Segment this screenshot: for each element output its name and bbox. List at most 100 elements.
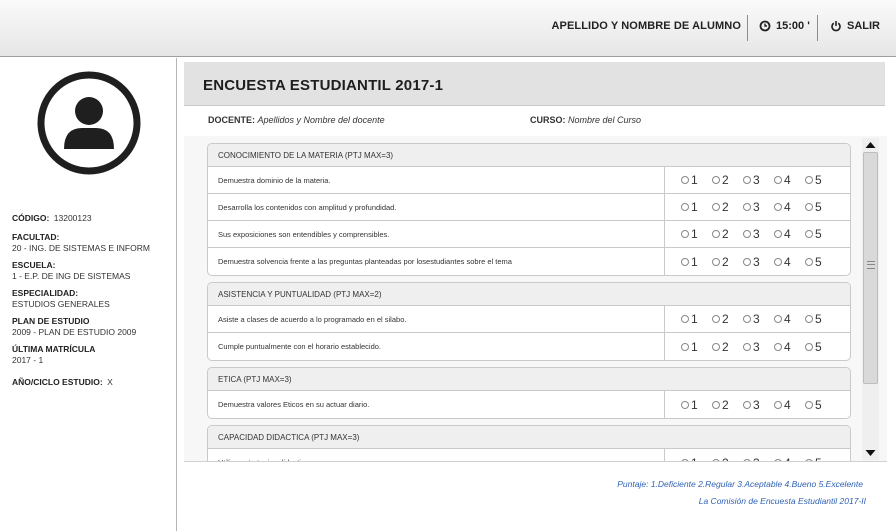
radio-button[interactable] bbox=[681, 257, 689, 266]
rating-option[interactable]: 1 bbox=[681, 456, 712, 461]
radio-button[interactable] bbox=[712, 315, 720, 323]
scroll-up-icon[interactable] bbox=[862, 138, 879, 152]
rating-option-label: 2 bbox=[722, 339, 729, 354]
radio-button[interactable] bbox=[774, 315, 782, 323]
radio-button[interactable] bbox=[774, 176, 782, 184]
rating-option[interactable]: 3 bbox=[743, 398, 774, 412]
radio-button[interactable] bbox=[805, 458, 813, 461]
rating-option[interactable]: 4 bbox=[774, 340, 805, 354]
rating-option-label: 1 bbox=[691, 200, 698, 214]
rating-option[interactable]: 4 bbox=[774, 173, 805, 187]
rating-option[interactable]: 5 bbox=[805, 398, 836, 412]
radio-button[interactable] bbox=[805, 203, 813, 211]
radio-button[interactable] bbox=[774, 257, 782, 266]
rating-option[interactable]: 2 bbox=[712, 227, 743, 241]
radio-button[interactable] bbox=[743, 458, 751, 461]
rating-option[interactable]: 3 bbox=[743, 173, 774, 187]
rating-options: 1 2 3 4 5 bbox=[665, 306, 850, 332]
radio-button[interactable] bbox=[681, 400, 689, 409]
rating-option[interactable]: 2 bbox=[712, 340, 743, 354]
rating-option[interactable]: 3 bbox=[743, 255, 774, 269]
radio-button[interactable] bbox=[743, 257, 751, 266]
rating-option[interactable]: 4 bbox=[774, 255, 805, 269]
radio-button[interactable] bbox=[805, 257, 813, 266]
curso-label: CURSO: bbox=[530, 115, 566, 125]
radio-button[interactable] bbox=[712, 230, 720, 238]
radio-button[interactable] bbox=[805, 342, 813, 351]
survey-main: ENCUESTA ESTUDIANTIL 2017-1 DOCENTE: Ape… bbox=[178, 58, 896, 531]
ciclo-label: AÑO/CICLO ESTUDIO: bbox=[12, 377, 103, 387]
radio-button[interactable] bbox=[743, 203, 751, 211]
radio-button[interactable] bbox=[712, 257, 720, 266]
radio-button[interactable] bbox=[743, 176, 751, 184]
radio-button[interactable] bbox=[712, 203, 720, 211]
rating-option[interactable]: 4 bbox=[774, 227, 805, 241]
radio-button[interactable] bbox=[774, 400, 782, 409]
rating-option[interactable]: 2 bbox=[712, 398, 743, 412]
rating-option[interactable]: 3 bbox=[743, 227, 774, 241]
rating-option[interactable]: 3 bbox=[743, 340, 774, 354]
rating-option[interactable]: 2 bbox=[712, 255, 743, 269]
radio-button[interactable] bbox=[681, 176, 689, 184]
rating-option[interactable]: 5 bbox=[805, 456, 836, 461]
radio-button[interactable] bbox=[743, 342, 751, 351]
ciclo-value: X bbox=[107, 377, 113, 387]
radio-button[interactable] bbox=[743, 315, 751, 323]
rating-option[interactable]: 5 bbox=[805, 312, 836, 326]
rating-option[interactable]: 4 bbox=[774, 312, 805, 326]
rating-option[interactable]: 1 bbox=[681, 255, 712, 269]
rating-option[interactable]: 5 bbox=[805, 340, 836, 354]
logout-button[interactable]: SALIR bbox=[830, 20, 880, 32]
vertical-scrollbar[interactable] bbox=[862, 138, 879, 460]
rating-option-label: 1 bbox=[691, 339, 698, 354]
rating-option[interactable]: 1 bbox=[681, 173, 712, 187]
radio-button[interactable] bbox=[805, 176, 813, 184]
radio-button[interactable] bbox=[805, 400, 813, 409]
radio-button[interactable] bbox=[743, 230, 751, 238]
rating-option[interactable]: 1 bbox=[681, 227, 712, 241]
rating-option[interactable]: 2 bbox=[712, 173, 743, 187]
rating-option[interactable]: 3 bbox=[743, 456, 774, 461]
radio-button[interactable] bbox=[712, 176, 720, 184]
radio-button[interactable] bbox=[712, 400, 720, 409]
rating-option[interactable]: 1 bbox=[681, 200, 712, 214]
survey-section: ETICA (PTJ MAX=3) Demuestra valores Etico… bbox=[207, 367, 851, 419]
rating-option[interactable]: 5 bbox=[805, 227, 836, 241]
rating-option[interactable]: 2 bbox=[712, 312, 743, 326]
rating-option[interactable]: 3 bbox=[743, 312, 774, 326]
rating-option-label: 4 bbox=[784, 312, 791, 326]
rating-option[interactable]: 1 bbox=[681, 340, 712, 354]
radio-button[interactable] bbox=[774, 342, 782, 351]
rating-option-label: 2 bbox=[722, 254, 729, 269]
radio-button[interactable] bbox=[774, 458, 782, 461]
rating-option[interactable]: 4 bbox=[774, 456, 805, 461]
rating-option[interactable]: 3 bbox=[743, 200, 774, 214]
radio-button[interactable] bbox=[712, 342, 720, 351]
rating-option[interactable]: 5 bbox=[805, 255, 836, 269]
survey-scroll-area[interactable]: CONOCIMIENTO DE LA MATERIA (PTJ MAX=3) De… bbox=[184, 136, 887, 462]
radio-button[interactable] bbox=[681, 203, 689, 211]
docente-label: DOCENTE: bbox=[208, 115, 255, 125]
radio-button[interactable] bbox=[712, 458, 720, 461]
radio-button[interactable] bbox=[681, 315, 689, 323]
rating-option[interactable]: 4 bbox=[774, 200, 805, 214]
radio-button[interactable] bbox=[681, 458, 689, 461]
rating-option[interactable]: 1 bbox=[681, 398, 712, 412]
rating-option[interactable]: 1 bbox=[681, 312, 712, 326]
scrollbar-thumb[interactable] bbox=[863, 152, 878, 384]
radio-button[interactable] bbox=[774, 230, 782, 238]
radio-button[interactable] bbox=[805, 230, 813, 238]
rating-option[interactable]: 4 bbox=[774, 398, 805, 412]
radio-button[interactable] bbox=[681, 230, 689, 238]
question-text: Demuestra dominio de la materia. bbox=[208, 167, 665, 193]
scroll-down-icon[interactable] bbox=[862, 446, 879, 460]
radio-button[interactable] bbox=[774, 203, 782, 211]
rating-option[interactable]: 2 bbox=[712, 456, 743, 461]
radio-button[interactable] bbox=[681, 342, 689, 351]
rating-option[interactable]: 2 bbox=[712, 200, 743, 214]
rating-option[interactable]: 5 bbox=[805, 173, 836, 187]
section-title: ASISTENCIA Y PUNTUALIDAD (PTJ MAX=2) bbox=[208, 283, 850, 306]
radio-button[interactable] bbox=[805, 315, 813, 323]
radio-button[interactable] bbox=[743, 400, 751, 409]
rating-option[interactable]: 5 bbox=[805, 200, 836, 214]
